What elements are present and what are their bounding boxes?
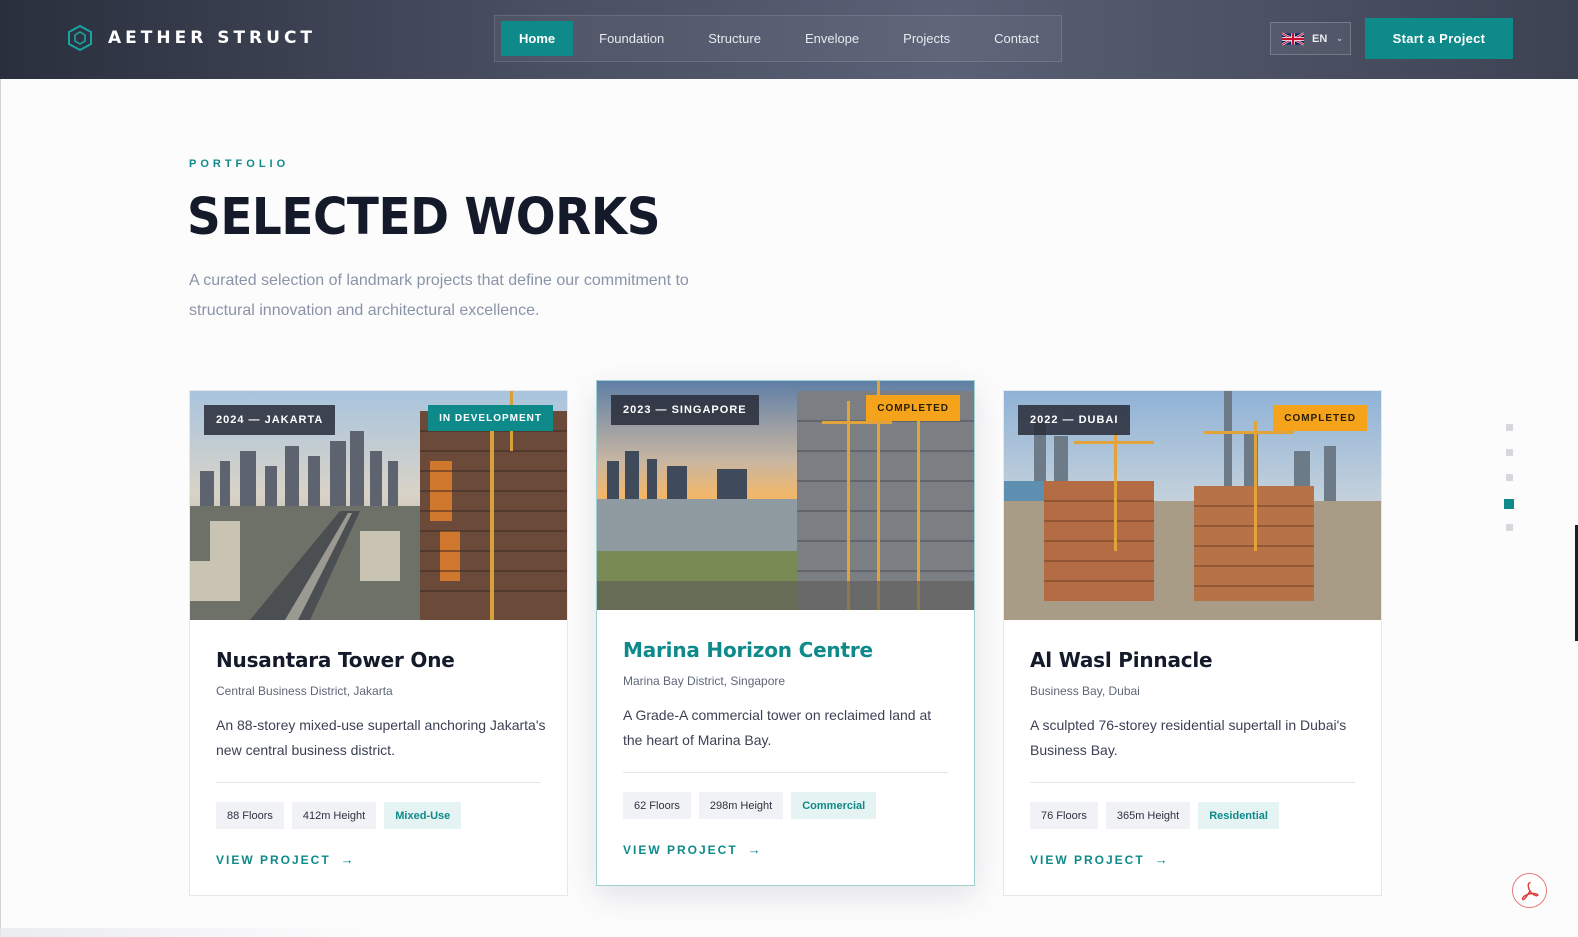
project-card-singapore[interactable]: 2023 — SINGAPORE COMPLETED Marina Horizo… [596,380,975,886]
brand-logo[interactable]: AETHER STRUCT [68,25,316,51]
page-edge-divider [0,79,1,937]
brand-name: AETHER STRUCT [108,28,317,48]
language-selector[interactable]: EN ⌄ [1270,22,1351,55]
card-divider [1030,782,1355,783]
height-tag: 298m Height [698,792,784,819]
pagination-dot[interactable] [1505,424,1513,431]
project-card-jakarta[interactable]: 2024 — JAKARTA IN DEVELOPMENT Nusantara … [189,390,568,896]
project-tags: 62 Floors 298m Height Commercial [623,792,948,819]
arrow-right-icon: → [340,852,354,867]
card-divider [216,782,541,783]
project-location: Marina Bay District, Singapore [623,674,786,688]
view-project-link[interactable]: VIEW PROJECT → [1030,852,1355,867]
project-tags: 76 Floors 365m Height Residential [1030,802,1355,829]
height-tag: 412m Height [291,802,377,829]
project-year-location-badge: 2024 — JAKARTA [204,405,336,435]
project-image[interactable]: 2023 — SINGAPORE COMPLETED [597,381,974,610]
start-project-button[interactable]: Start a Project [1365,18,1513,59]
project-title[interactable]: Nusantara Tower One [216,648,541,672]
nav-contact[interactable]: Contact [976,21,1057,56]
nav-foundation[interactable]: Foundation [581,21,682,56]
project-description: A sculpted 76-storey residential superta… [1030,717,1347,758]
pagination-dot[interactable] [1505,524,1513,531]
project-year-location-badge: 2023 — SINGAPORE [611,395,759,425]
uk-flag-icon [1282,32,1304,45]
decorative-fade [0,928,380,937]
project-location: Business Bay, Dubai [1030,684,1140,698]
arrow-right-icon: → [747,842,761,857]
section-pagination [1503,424,1515,549]
status-badge: COMPLETED [1273,405,1367,431]
view-project-link[interactable]: VIEW PROJECT → [623,842,948,857]
hexagon-logo-icon [68,25,92,51]
height-tag: 365m Height [1105,802,1191,829]
pdf-download-button[interactable] [1512,873,1547,908]
project-year-location-badge: 2022 — DUBAI [1018,405,1131,435]
project-title[interactable]: Al Wasl Pinnacle [1030,648,1355,672]
status-badge: IN DEVELOPMENT [428,405,553,431]
view-project-label: VIEW PROJECT [1030,852,1145,867]
floors-tag: 76 Floors [1030,802,1098,829]
section-eyebrow: PORTFOLIO [189,158,290,170]
floors-tag: 62 Floors [623,792,691,819]
pagination-dot[interactable] [1505,474,1513,481]
project-tags: 88 Floors 412m Height Mixed-Use [216,802,541,829]
card-divider [623,772,948,773]
type-tag: Residential [1198,802,1279,829]
nav-projects[interactable]: Projects [885,21,968,56]
site-header: AETHER STRUCT Home Foundation Structure … [0,0,1578,79]
nav-home[interactable]: Home [501,21,574,56]
section-intro: A curated selection of landmark projects… [189,272,689,319]
chevron-down-icon: ⌄ [1336,34,1343,43]
project-description: A Grade-A commercial tower on reclaimed … [623,707,932,748]
status-badge: COMPLETED [866,395,960,421]
page-title: SELECTED WORKS [187,188,661,247]
floors-tag: 88 Floors [216,802,284,829]
view-project-label: VIEW PROJECT [216,852,331,867]
view-project-label: VIEW PROJECT [623,842,738,857]
pagination-dot[interactable] [1505,449,1513,456]
project-location: Central Business District, Jakarta [216,684,393,698]
language-code: EN [1312,32,1328,45]
main-nav: Home Foundation Structure Envelope Proje… [494,15,1062,62]
nav-envelope[interactable]: Envelope [787,21,877,56]
type-tag: Mixed-Use [384,802,462,829]
pagination-dot-active[interactable] [1504,499,1514,509]
project-card-dubai[interactable]: 2022 — DUBAI COMPLETED Al Wasl Pinnacle … [1003,390,1382,896]
pdf-icon [1521,881,1539,900]
project-title[interactable]: Marina Horizon Centre [623,638,948,662]
project-image[interactable]: 2022 — DUBAI COMPLETED [1004,391,1381,620]
type-tag: Commercial [791,792,877,819]
project-description: An 88-storey mixed-use supertall anchori… [216,717,546,758]
view-project-link[interactable]: VIEW PROJECT → [216,852,541,867]
project-image[interactable]: 2024 — JAKARTA IN DEVELOPMENT [190,391,567,620]
arrow-right-icon: → [1154,852,1168,867]
nav-structure[interactable]: Structure [690,21,779,56]
